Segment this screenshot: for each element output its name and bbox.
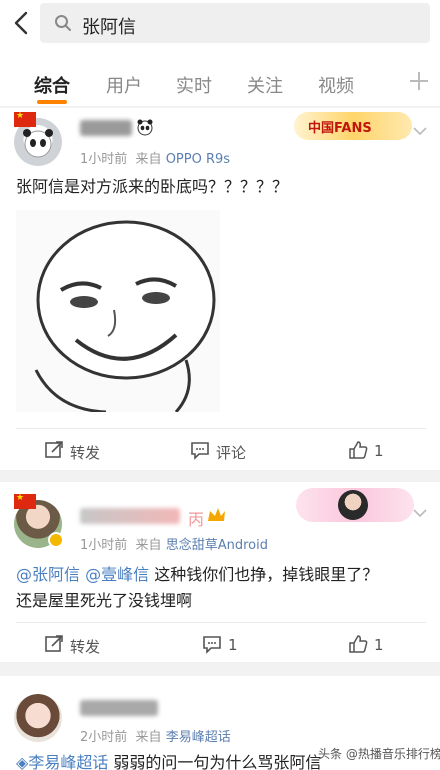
repost-button[interactable]: 转发 [70, 442, 100, 463]
panda-emoji-icon [137, 119, 153, 136]
post-meta: 1小时前 来自 OPPO R9s [80, 148, 230, 167]
username-visible-part: 丙 [188, 510, 205, 529]
idol-badge [296, 488, 414, 522]
post-text: 这种钱你们也挣，掉钱眼里了？ [149, 565, 379, 584]
post-time: 1小时前 [80, 152, 128, 167]
post-time: 2小时前 [80, 730, 128, 745]
like-icon[interactable] [348, 440, 368, 460]
like-count[interactable]: 1 [374, 636, 384, 654]
active-tab-indicator [37, 100, 67, 104]
add-tab-icon[interactable] [408, 70, 430, 92]
tab-comprehensive[interactable]: 综合 [34, 72, 70, 98]
from-label: 来自 [135, 538, 162, 553]
idol-avatar-image [338, 490, 368, 520]
tab-following[interactable]: 关注 [247, 72, 283, 98]
post-source[interactable]: 李易峰超话 [166, 730, 231, 745]
post-text-line-1: @张阿信 @壹峰信 这种钱你们也挣，掉钱眼里了？ [16, 562, 378, 588]
comment-count[interactable]: 1 [228, 636, 238, 654]
like-icon[interactable] [348, 634, 368, 654]
comment-icon[interactable] [190, 440, 210, 460]
repost-icon[interactable] [44, 440, 64, 460]
comment-button[interactable]: 评论 [216, 442, 246, 463]
avatar[interactable] [14, 694, 62, 742]
supertopic-label: 李易峰超话 [28, 753, 109, 770]
post-text-line-2: 还是屋里死光了没钱埋啊 [16, 591, 193, 610]
supertopic-link[interactable]: ◈李易峰超话 [16, 753, 108, 770]
search-icon [55, 15, 71, 31]
from-label: 来自 [135, 730, 162, 745]
post-text: 弱弱的问一句为什么骂张阿信 [108, 753, 322, 770]
fans-badge: 中国FANS [294, 112, 412, 140]
top-bar: 张阿信 [0, 0, 440, 50]
username-blurred[interactable] [80, 508, 180, 524]
post-meta: 1小时前 来自 思念甜草Android [80, 534, 268, 553]
comment-icon[interactable] [202, 634, 222, 654]
meme-face-image [34, 220, 216, 414]
tab-video[interactable]: 视频 [318, 72, 354, 98]
post-card-2: 丙 1小时前 来自 思念甜草Android @张阿信 @壹峰信 这种钱你们也挣，… [0, 482, 440, 662]
mention-link[interactable]: @壹峰信 [85, 565, 149, 584]
like-count[interactable]: 1 [374, 442, 384, 460]
repost-button[interactable]: 转发 [70, 636, 100, 657]
tab-bar: 综合 用户 实时 关注 视频 [0, 50, 440, 106]
tab-users[interactable]: 用户 [106, 72, 142, 98]
search-input[interactable]: 张阿信 [40, 3, 430, 43]
username-blurred[interactable] [80, 120, 132, 136]
post-card-1: 1小时前 来自 OPPO R9s 中国FANS 张阿信是对方派来的卧底吗？？？？… [0, 108, 440, 470]
repost-icon[interactable] [44, 634, 64, 654]
chevron-down-icon[interactable] [412, 508, 428, 518]
post-text: 张阿信是对方派来的卧底吗？？？？？ [16, 177, 289, 196]
from-label: 来自 [135, 152, 162, 167]
meme-image[interactable] [16, 210, 220, 414]
tab-realtime[interactable]: 实时 [176, 72, 212, 98]
fans-badge-text: 中国FANS [308, 121, 372, 136]
mention-link[interactable]: @张阿信 [16, 565, 80, 584]
post-text-line-1: ◈李易峰超话 弱弱的问一句为什么骂张阿信 [16, 750, 321, 770]
post-time: 1小时前 [80, 538, 128, 553]
username-blurred[interactable] [80, 700, 158, 716]
verified-badge-icon [48, 532, 64, 548]
post-meta: 2小时前 来自 李易峰超话 [80, 726, 231, 745]
divider [16, 622, 426, 623]
china-flag-icon [14, 493, 36, 509]
back-arrow-icon[interactable] [8, 8, 36, 38]
divider [16, 428, 426, 429]
china-flag-icon [14, 111, 36, 127]
crown-badge-icon [208, 508, 225, 521]
post-source[interactable]: 思念甜草Android [166, 538, 268, 553]
post-source[interactable]: OPPO R9s [166, 152, 230, 167]
search-query-text: 张阿信 [82, 17, 136, 38]
watermark: 头条 @热播音乐排行榜 [318, 747, 440, 761]
chevron-down-icon[interactable] [412, 126, 428, 136]
